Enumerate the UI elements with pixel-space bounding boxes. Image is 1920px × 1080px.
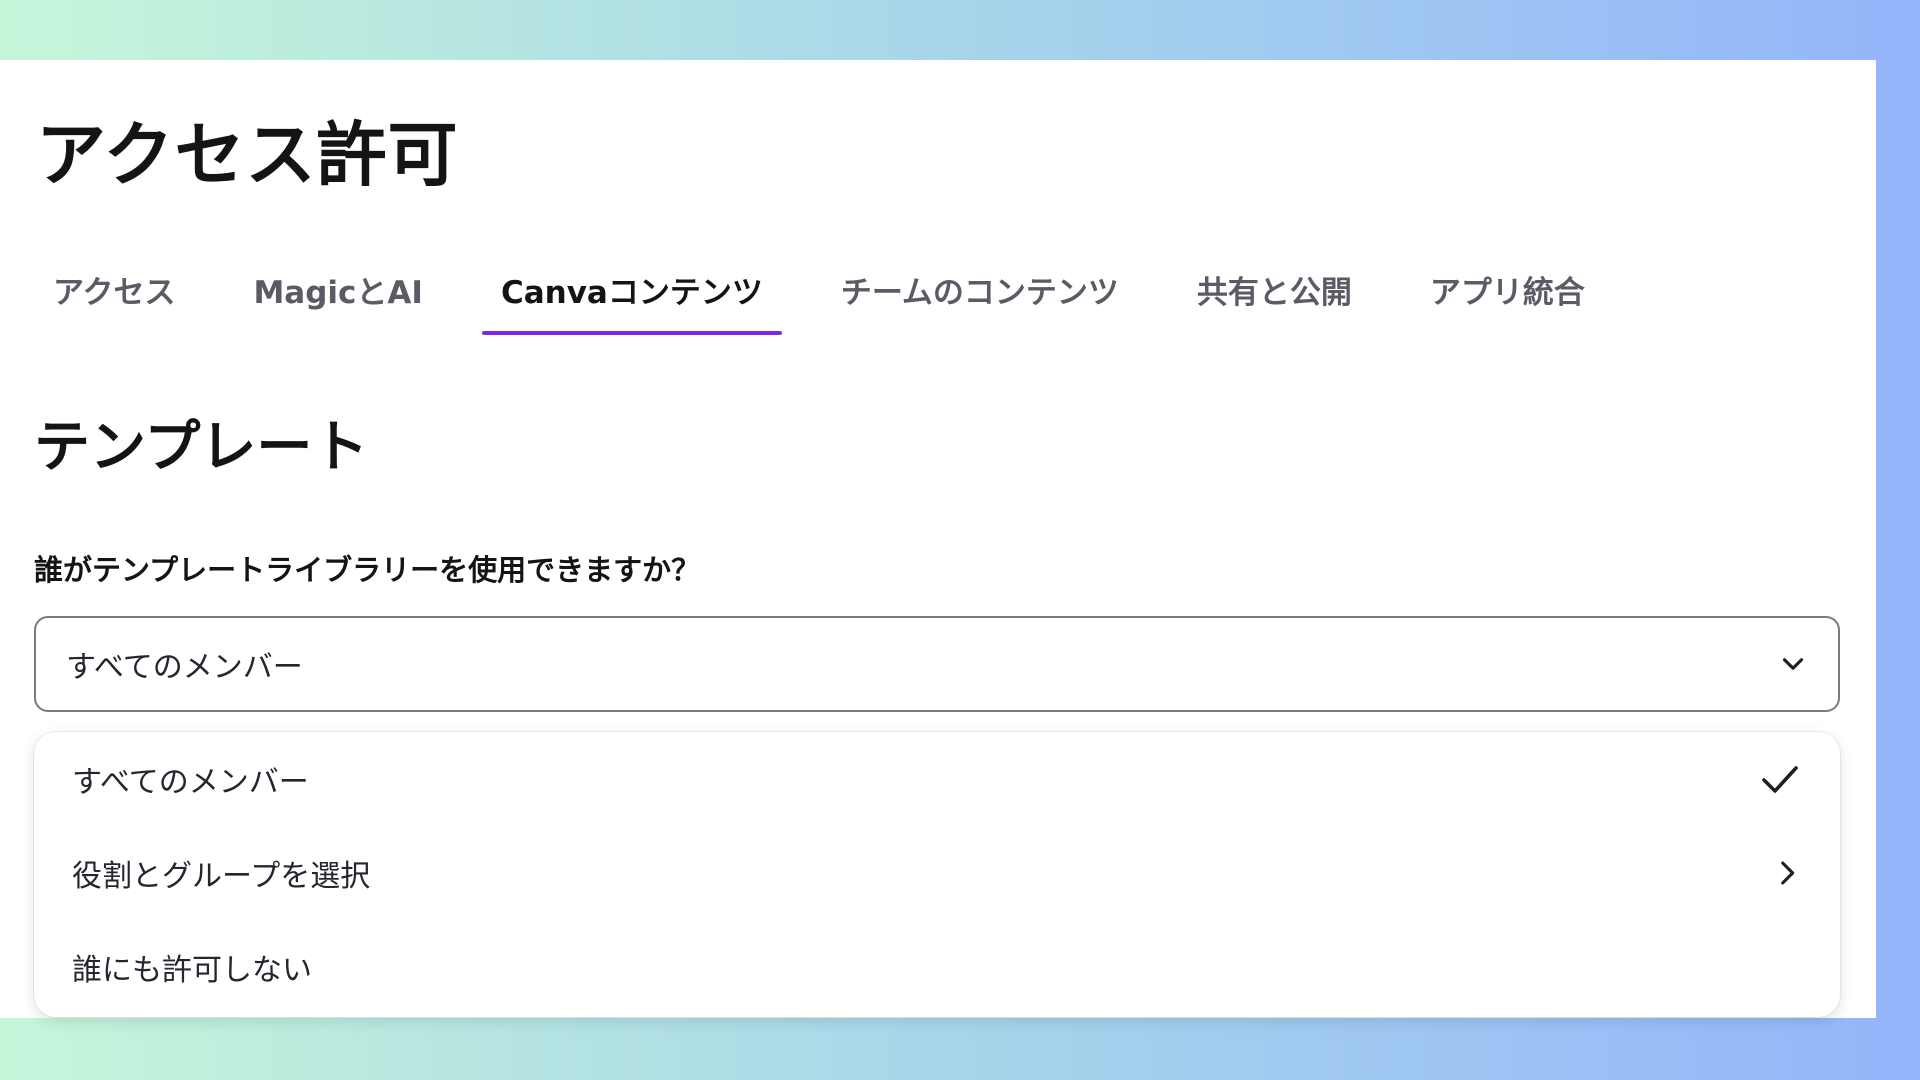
chevron-right-icon — [1770, 856, 1804, 890]
question-label: 誰がテンプレートライブラリーを使用できますか？ — [34, 553, 701, 587]
tab-app-integrations[interactable]: アプリ統合 — [1411, 255, 1604, 335]
option-label: 誰にも許可しない — [72, 953, 312, 988]
tab-team-content[interactable]: チームのコンテンツ — [822, 255, 1138, 335]
tab-magic-ai[interactable]: MagicとAI — [234, 255, 442, 335]
tab-share-publish[interactable]: 共有と公開 — [1178, 255, 1371, 335]
template-access-select[interactable]: すべてのメンバー — [34, 616, 1840, 712]
section-title: テンプレート — [34, 415, 369, 480]
tab-bar: アクセス MagicとAI Canvaコンテンツ チームのコンテンツ 共有と公開… — [34, 255, 1644, 335]
chevron-down-icon — [1776, 647, 1810, 681]
page-title: アクセス許可 — [36, 114, 459, 196]
check-icon — [1756, 755, 1804, 803]
option-all-members[interactable]: すべてのメンバー — [34, 732, 1840, 826]
option-no-one[interactable]: 誰にも許可しない — [34, 920, 1840, 1014]
tab-access[interactable]: アクセス — [34, 255, 194, 335]
option-label: 役割とグループを選択 — [72, 859, 371, 894]
tab-canva-content[interactable]: Canvaコンテンツ — [481, 255, 782, 335]
option-select-roles-groups[interactable]: 役割とグループを選択 — [34, 826, 1840, 920]
option-label: すべてのメンバー — [72, 765, 309, 800]
select-value: すべてのメンバー — [66, 650, 303, 685]
dropdown-menu: すべてのメンバー 役割とグループを選択 誰にも許可しない — [34, 732, 1840, 1017]
